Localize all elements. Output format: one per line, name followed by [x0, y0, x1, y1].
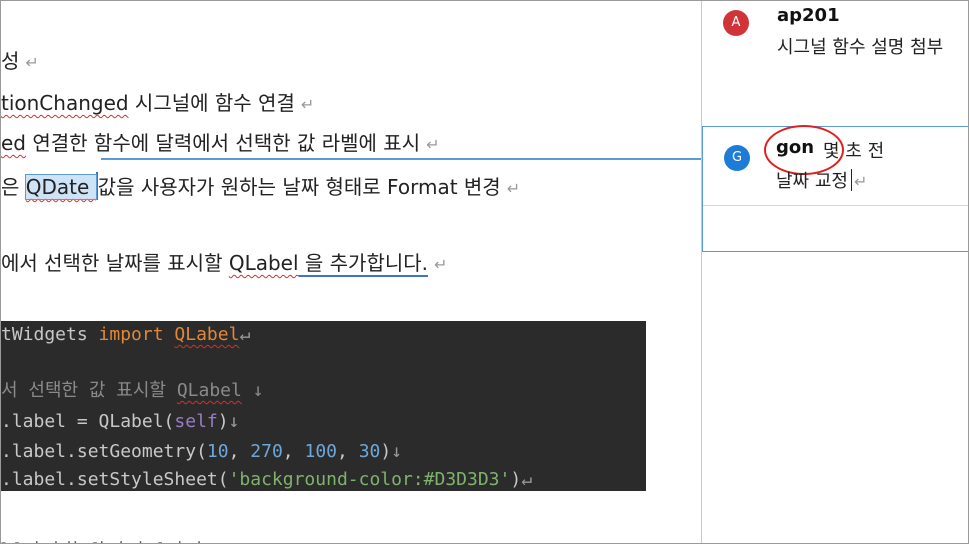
number-literal: 30	[358, 441, 381, 462]
code-block[interactable]: tWidgets import QLabel↵ 서 선택한 값 표시할 QLab…	[1, 321, 646, 491]
code-text: )	[217, 411, 229, 432]
doc-line-5-text: 을 추가합니다.	[298, 251, 429, 275]
qlabel-term: QLabel	[228, 251, 299, 275]
code-text: .label.setStyleSheet(	[1, 469, 229, 490]
comments-pane: A ap201 시그널 함수 설명 첨부 G gon 몇 초 전 날짜 교정 ↵	[701, 1, 968, 543]
code-text: )	[380, 441, 392, 462]
doc-line-1-text: 성	[1, 49, 20, 73]
code-text: ,	[337, 441, 359, 462]
keyword-import: import	[98, 324, 164, 345]
code-text: ,	[282, 441, 305, 462]
window-frame: 성 ↵ tionChanged 시그널에 함수 연결 ↵ ed 연결한 함수에 달력…	[0, 0, 969, 544]
code-line-5: .label.setStyleSheet('background-color:#…	[1, 468, 532, 491]
comment-anchor-line	[101, 158, 701, 160]
number-literal: 100	[304, 441, 337, 462]
doc-line-2: tionChanged 시그널에 함수 연결 ↵	[1, 91, 314, 117]
paragraph-mark: ↵	[506, 179, 521, 198]
string-literal: 'background-color:#D3D3D3'	[228, 469, 511, 490]
doc-line-1: 성 ↵	[1, 49, 39, 75]
doc-line-5: 에서 선택한 날짜를 표시할 QLabel 을 추가합니다. ↵	[1, 251, 447, 277]
comment-author: ap201	[777, 5, 840, 26]
document-body[interactable]: 성 ↵ tionChanged 시그널에 함수 연결 ↵ ed 연결한 함수에 달력…	[1, 1, 700, 543]
comment-2-card[interactable]: G gon 몇 초 전 날짜 교정 ↵	[702, 125, 968, 252]
code-text: .label.setGeometry(	[1, 441, 207, 462]
code-line-3: .label = QLabel(self)↓	[1, 410, 239, 434]
paragraph-mark: ↵	[853, 172, 868, 191]
code-text: tWidgets	[1, 324, 99, 345]
self-keyword: self	[174, 411, 218, 432]
code-line-1: tWidgets import QLabel↵	[1, 323, 250, 347]
doc-line-2-text: 시그널에 함수 연결	[128, 91, 295, 115]
line-break-mark: ↓	[391, 441, 403, 462]
code-text: ,	[228, 441, 251, 462]
code-line-2: 서 선택한 값 표시할 QLabel ↓	[1, 379, 264, 403]
number-literal: 270	[250, 441, 283, 462]
comment-edit-field[interactable]: 날짜 교정 ↵	[776, 167, 867, 193]
code-text: )	[510, 469, 522, 490]
code-text: .label = QLabel(	[1, 411, 175, 432]
line-break-mark: ↓	[228, 411, 240, 432]
paragraph-mark: ↵	[426, 135, 440, 154]
paragraph-mark: ↵	[25, 53, 39, 72]
paragraph-mark: ↵	[300, 95, 315, 114]
doc-line-3-text: 연결한 함수에 달력에서 선택한 값 라벨에 표시	[26, 131, 421, 155]
text-cursor	[850, 169, 852, 191]
code-line-4: .label.setGeometry(10, 270, 100, 30)↓	[1, 440, 402, 464]
card-divider	[703, 205, 968, 206]
paragraph-mark: ↵	[521, 469, 533, 490]
next-line-fragment: - - · · ·· -· · · - · ·	[1, 535, 204, 543]
line-break-mark: ↓	[241, 380, 264, 401]
signal-suffix: ed	[1, 131, 26, 155]
code-comment: 서 선택한 값 표시할	[1, 380, 177, 401]
avatar: A	[723, 10, 749, 36]
avatar: G	[724, 145, 750, 171]
number-literal: 10	[206, 441, 229, 462]
doc-line-4-text: 값을 사용자가 원하는 날짜 형태로 Format 변경	[97, 175, 501, 199]
doc-line-3: ed 연결한 함수에 달력에서 선택한 값 라벨에 표시 ↵	[1, 131, 440, 157]
paragraph-mark: ↵	[434, 255, 448, 274]
comment-body: 시그널 함수 설명 첨부	[777, 37, 944, 58]
doc-line-4: 은 QDate 값을 사용자가 원하는 날짜 형태로 Format 변경 ↵	[1, 172, 520, 201]
comment-class-name: QLabel	[176, 380, 242, 401]
doc-line-4-prefix: 은	[1, 175, 26, 199]
doc-line-5-prefix: 에서 선택한 날짜를 표시할	[1, 251, 229, 275]
paragraph-mark: ↵	[239, 324, 251, 345]
commented-text-selection[interactable]: QDate	[24, 174, 97, 200]
comment-body: 날짜 교정	[776, 171, 848, 192]
class-name: QLabel	[174, 324, 240, 345]
signal-name: tionChanged	[1, 91, 129, 115]
